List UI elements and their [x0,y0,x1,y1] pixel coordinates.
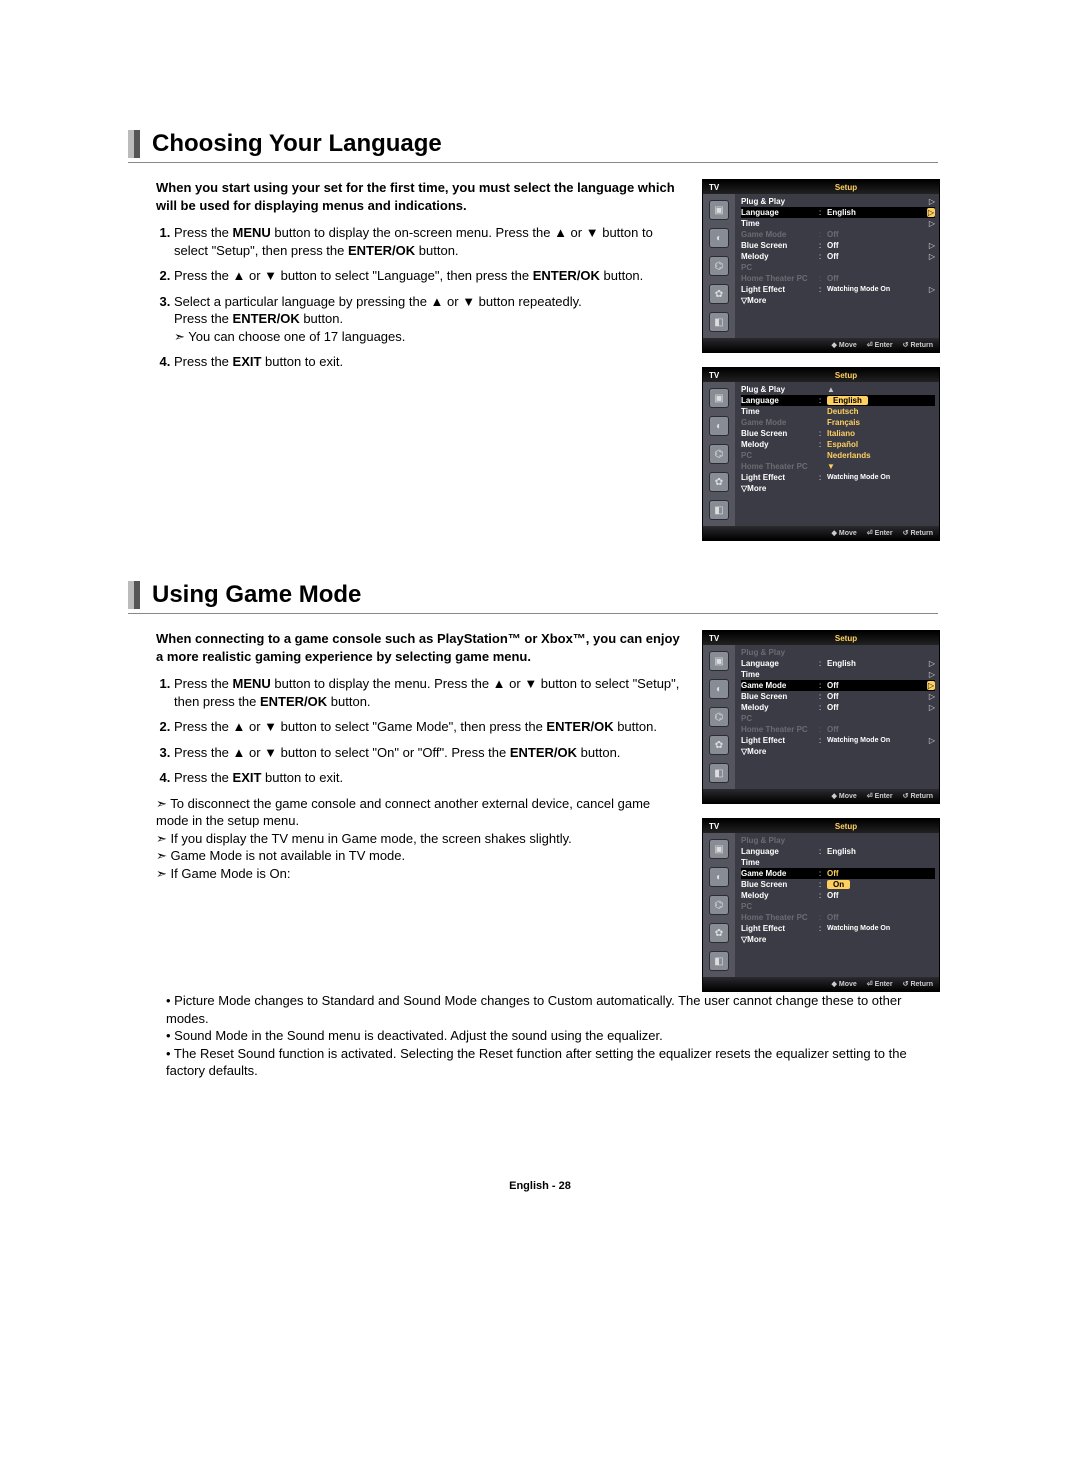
heading-accent-bar [128,581,140,609]
move-hint: Move [831,341,856,349]
section-heading: Using Game Mode [128,581,938,614]
step-note: You can choose one of 17 languages. [174,329,405,344]
page-footer: English - 28 [0,1180,1080,1192]
intro-text: When connecting to a game console such a… [156,630,684,665]
step-item: Press the ▲ or ▼ button to select "Game … [174,718,684,736]
note: If Game Mode is On: [156,865,684,883]
osd-screenshot-2: TV Setup ▣◐⌬✿◧ Plug & Play▲ Language:Eng… [702,367,940,541]
input-icon: ◧ [709,312,729,332]
channel-icon: ⌬ [709,256,729,276]
step-item: Press the MENU button to display the men… [174,675,684,710]
intro-text: When you start using your set for the fi… [156,179,684,214]
step-item: Press the EXIT button to exit. [174,769,684,787]
bullet: • Picture Mode changes to Standard and S… [156,992,938,1027]
note: If you display the TV menu in Game mode,… [156,830,684,848]
bullet-notes: • Picture Mode changes to Standard and S… [128,992,938,1080]
heading-accent-bar [128,130,140,158]
osd-screenshot-4: TV Setup ▣◐⌬✿◧ Plug & Play Language:Engl… [702,818,940,992]
osd-screenshot-1: TV Setup ▣ ◐ ⌬ ✿ ◧ Plug & Play▷ [702,179,940,353]
step-item: Press the ▲ or ▼ button to select "On" o… [174,744,684,762]
bullet: • The Reset Sound function is activated.… [156,1045,938,1080]
section-title: Using Game Mode [152,581,361,609]
bullet: • Sound Mode in the Sound menu is deacti… [156,1027,938,1045]
step-item: Press the ▲ or ▼ button to select "Langu… [174,267,684,285]
steps-list: Press the MENU button to display the men… [156,675,684,787]
osd-tv-label: TV [703,183,753,192]
sound-icon: ◐ [709,228,729,248]
osd-screenshot-3: TV Setup ▣◐⌬✿◧ Plug & Play Language:Engl… [702,630,940,804]
note: To disconnect the game console and conne… [156,795,684,830]
setup-icon: ✿ [709,284,729,304]
step-item: Select a particular language by pressing… [174,293,684,346]
picture-icon: ▣ [709,200,729,220]
step-item: Press the EXIT button to exit. [174,353,684,371]
osd-title: Setup [753,183,939,192]
section-heading: Choosing Your Language [128,130,938,163]
enter-hint: Enter [867,341,893,349]
step-item: Press the MENU button to display the on-… [174,224,684,259]
note: Game Mode is not available in TV mode. [156,847,684,865]
steps-list: Press the MENU button to display the on-… [156,224,684,371]
section-title: Choosing Your Language [152,130,442,158]
return-hint: Return [903,341,933,349]
osd-side-icons: ▣ ◐ ⌬ ✿ ◧ [703,194,735,338]
